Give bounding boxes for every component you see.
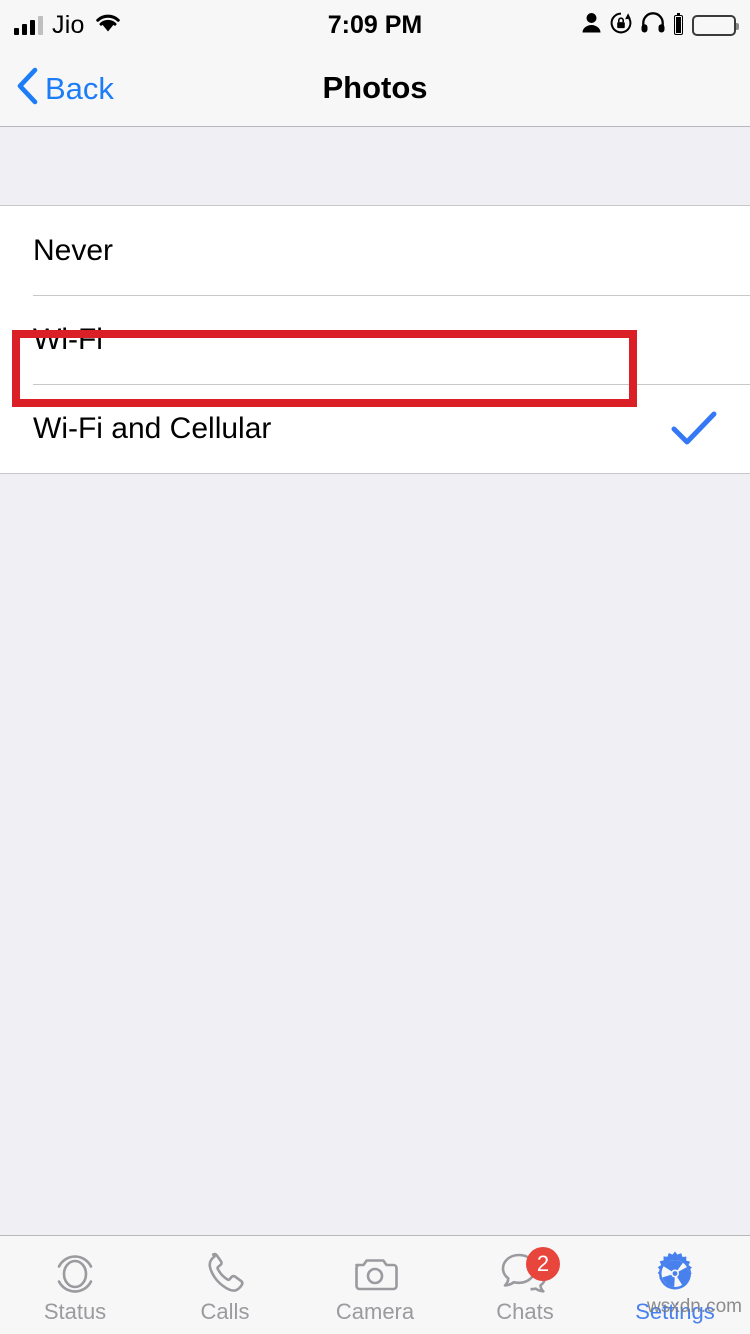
status-bar: Jio 7:09 PM: [0, 0, 750, 50]
battery-icon: [692, 14, 739, 36]
phone-icon: [202, 1251, 248, 1297]
tab-camera[interactable]: Camera: [300, 1236, 450, 1334]
tab-label: Chats: [496, 1299, 554, 1324]
status-bar-left: Jio: [14, 12, 122, 38]
status-bar-right: [582, 12, 739, 39]
camera-icon: [352, 1251, 398, 1297]
tab-label: Camera: [335, 1299, 415, 1324]
rotation-lock-icon: [610, 12, 632, 39]
tab-chats[interactable]: 2 Chats: [450, 1236, 600, 1334]
option-label: Never: [33, 233, 114, 267]
nav-bar: Back Photos: [0, 50, 750, 127]
settings-content: Never Wi-Fi Wi-Fi and Cellular: [0, 127, 750, 1235]
option-row-never[interactable]: Never: [0, 206, 750, 295]
back-button-label: Back: [45, 70, 114, 106]
tab-bar: Status Calls Camera 2 Chats Settings wsx…: [0, 1235, 750, 1334]
tab-label: Calls: [200, 1299, 250, 1324]
chevron-left-icon: [16, 67, 38, 110]
signal-bars-icon: [14, 15, 43, 35]
section-spacer: [0, 127, 750, 205]
tab-label: Status: [43, 1299, 107, 1324]
chats-badge: 2: [526, 1247, 560, 1281]
phone-screen: Jio 7:09 PM Back Photos Never Wi-Fi Wi-F…: [0, 0, 750, 1334]
auto-download-options-list: Never Wi-Fi Wi-Fi and Cellular: [0, 205, 750, 474]
status-rings-icon: [52, 1251, 98, 1297]
carrier-name: Jio: [52, 10, 85, 39]
gear-icon: [651, 1251, 699, 1297]
checkmark-icon: [671, 411, 717, 447]
headphones-icon: [641, 12, 665, 38]
option-label: Wi-Fi and Cellular: [33, 411, 272, 445]
headphones-battery-icon: [674, 12, 683, 35]
back-button[interactable]: Back: [16, 67, 114, 110]
tab-calls[interactable]: Calls: [150, 1236, 300, 1334]
person-icon: [582, 12, 601, 38]
option-label: Wi-Fi: [33, 322, 103, 356]
option-row-wifi-and-cellular[interactable]: Wi-Fi and Cellular: [0, 384, 750, 473]
option-row-wifi[interactable]: Wi-Fi: [0, 295, 750, 384]
tab-label: Settings: [635, 1299, 715, 1324]
tab-settings[interactable]: Settings: [600, 1236, 750, 1334]
wifi-icon: [94, 12, 122, 38]
chat-bubbles-icon: 2: [500, 1247, 560, 1297]
tab-status[interactable]: Status: [0, 1236, 150, 1334]
